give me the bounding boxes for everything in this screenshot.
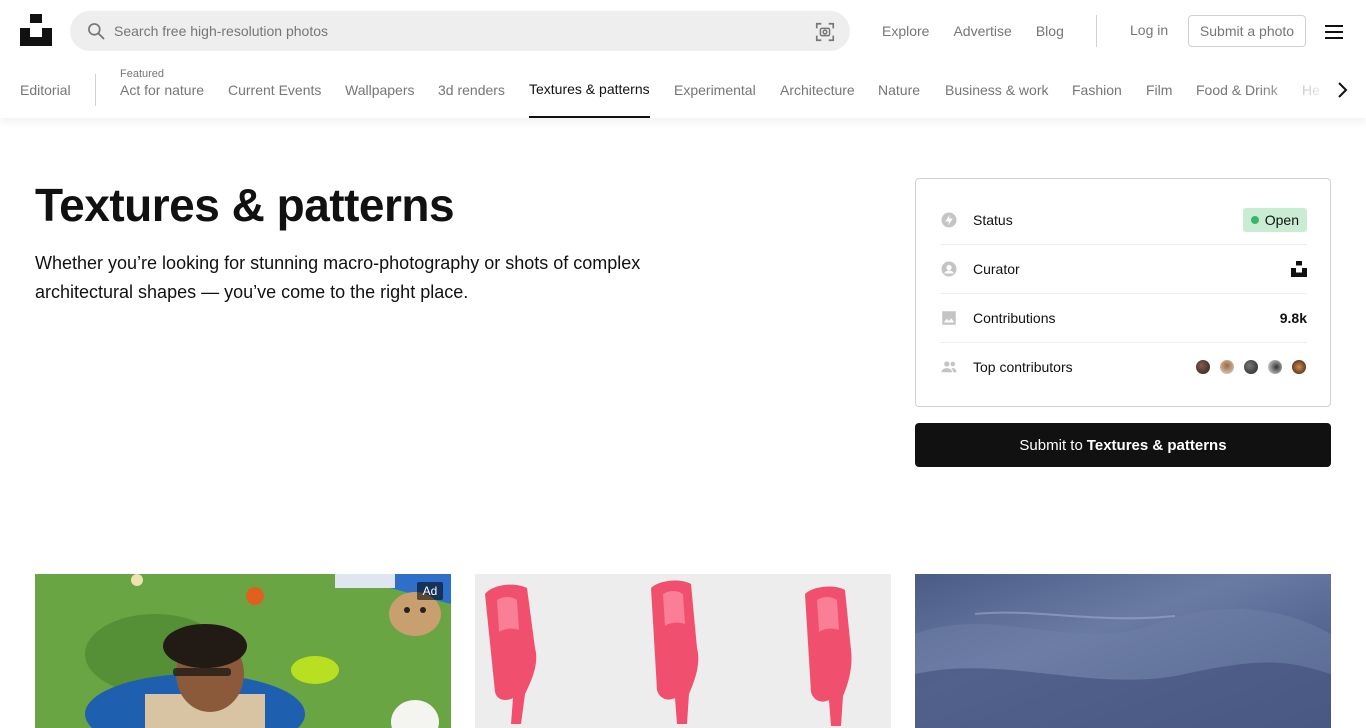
submit-to-topic-button[interactable]: Submit to Textures & patterns [915, 423, 1331, 467]
status-label: Status [973, 211, 1013, 228]
ad-badge: Ad [417, 582, 443, 600]
unsplash-logo-icon[interactable] [20, 14, 52, 46]
search-bar[interactable] [70, 11, 850, 51]
nav-advertise-link[interactable]: Advertise [941, 23, 1023, 39]
top-contributors-label: Top contributors [973, 358, 1073, 375]
users-icon [941, 360, 957, 372]
header-nav: Explore Advertise Blog [870, 0, 1076, 62]
photo-card[interactable] [475, 574, 891, 728]
nav-explore-link[interactable]: Explore [870, 23, 941, 39]
photo-card[interactable] [915, 574, 1331, 728]
contributions-value: 9.8k [1279, 309, 1307, 326]
top-header: Explore Advertise Blog Log in Submit a p… [0, 0, 1366, 62]
menu-icon[interactable] [1322, 20, 1346, 44]
page-title: Textures & patterns [35, 179, 455, 231]
contributions-label: Contributions [973, 309, 1056, 326]
login-link[interactable]: Log in [1118, 22, 1180, 38]
tab-act-for-nature[interactable]: Act for nature [120, 62, 204, 118]
tab-current-events[interactable]: Current Events [228, 62, 321, 118]
search-input[interactable] [114, 11, 794, 51]
submit-prefix: Submit to [1019, 436, 1083, 454]
tab-experimental[interactable]: Experimental [674, 62, 756, 118]
category-divider [95, 74, 96, 106]
tab-editorial[interactable]: Editorial [20, 62, 71, 118]
contributor-avatars [1195, 358, 1307, 375]
pink-boots-photo-image [475, 574, 891, 728]
status-dot [1250, 215, 1259, 224]
avatar[interactable] [1243, 358, 1259, 375]
nav-blog-link[interactable]: Blog [1024, 23, 1076, 39]
avatar[interactable] [1267, 358, 1283, 375]
visual-search-icon[interactable] [814, 21, 836, 43]
tab-wallpapers[interactable]: Wallpapers [345, 62, 415, 118]
status-value: Open [1264, 211, 1299, 228]
tab-fashion[interactable]: Fashion [1072, 62, 1122, 118]
tab-business-work[interactable]: Business & work [945, 62, 1048, 118]
header-divider [1096, 15, 1097, 47]
topic-info-card: Status Open Curator Contributions 9.8k T… [915, 178, 1331, 407]
tab-architecture[interactable]: Architecture [780, 62, 855, 118]
curator-icon [941, 261, 957, 276]
chevron-right-icon[interactable] [1330, 78, 1354, 102]
tab-3d-renders[interactable]: 3d renders [438, 62, 505, 118]
topic-description: Whether you’re looking for stunning macr… [35, 253, 641, 302]
tab-textures-patterns[interactable]: Textures & patterns [529, 62, 650, 118]
status-badge: Open [1242, 207, 1307, 232]
avatar[interactable] [1291, 358, 1307, 375]
status-row: Status Open [940, 195, 1307, 244]
curator-label: Curator [973, 260, 1020, 277]
submit-topic-name: Textures & patterns [1086, 436, 1227, 454]
avatar[interactable] [1219, 358, 1235, 375]
status-icon [941, 212, 957, 227]
tab-film[interactable]: Film [1146, 62, 1172, 118]
blue-texture-photo-image [915, 608, 1331, 728]
curator-row: Curator [940, 244, 1307, 293]
tab-nature[interactable]: Nature [878, 62, 920, 118]
top-contributors-row: Top contributors [940, 342, 1307, 391]
curator-unsplash-logo-icon[interactable] [1291, 260, 1307, 277]
avatar[interactable] [1195, 358, 1211, 375]
photo-ad-card[interactable] [35, 574, 451, 728]
image-icon [942, 310, 956, 325]
contributions-row: Contributions 9.8k [940, 293, 1307, 342]
search-icon[interactable] [86, 21, 106, 41]
ad-photo-image [35, 574, 451, 728]
category-nav: Editorial Featured Act for nature Curren… [0, 62, 1366, 118]
submit-photo-button[interactable]: Submit a photo [1188, 15, 1306, 47]
